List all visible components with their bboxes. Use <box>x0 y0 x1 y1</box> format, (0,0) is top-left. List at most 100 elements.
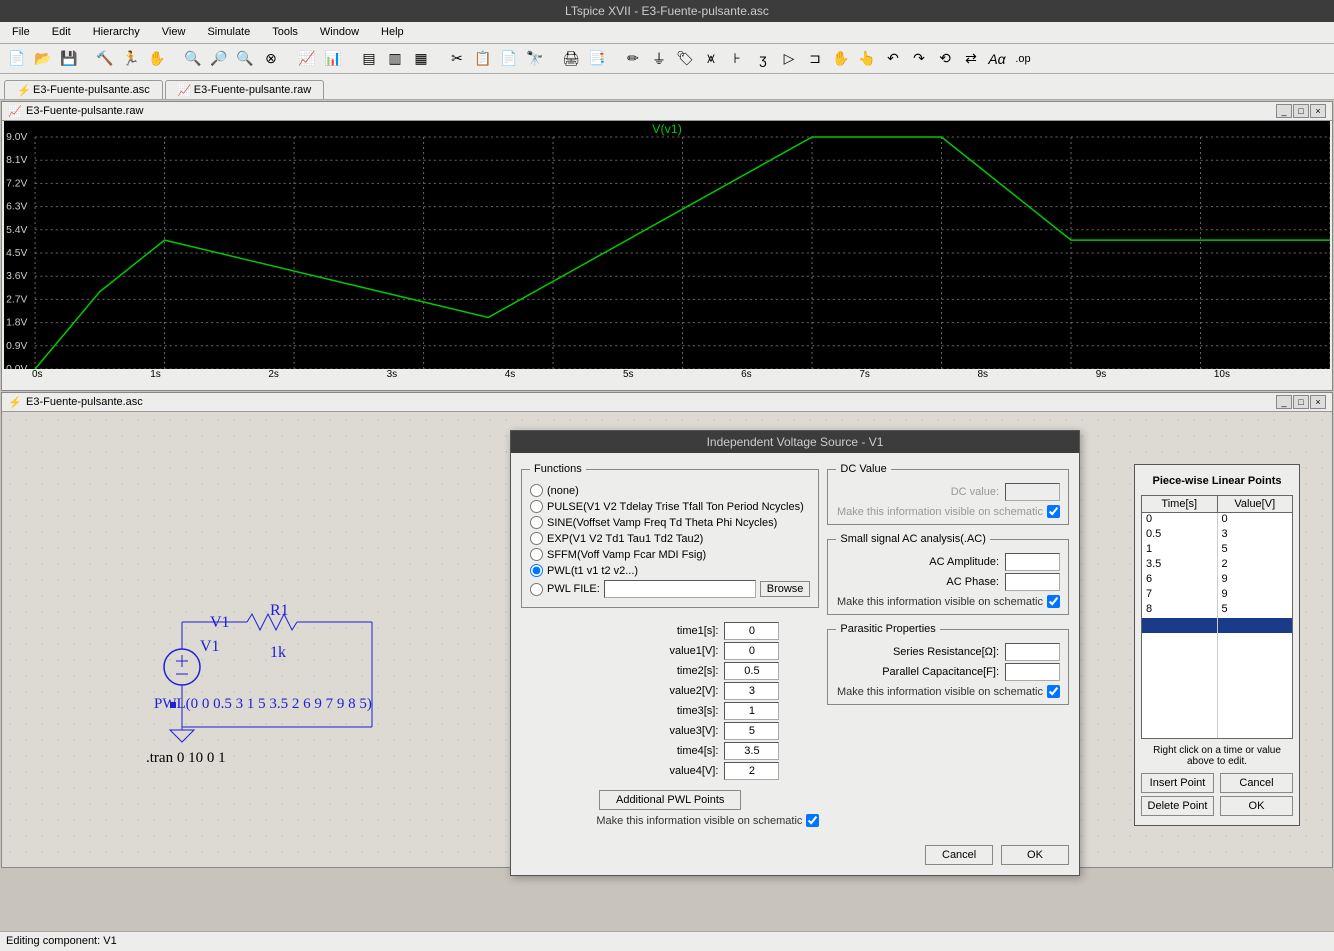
zoom-out-icon[interactable]: 🔍 <box>234 48 256 70</box>
undo-icon[interactable]: ↶ <box>882 48 904 70</box>
zoom-in-icon[interactable]: 🔍 <box>182 48 204 70</box>
cascade-icon[interactable]: ▦ <box>410 48 432 70</box>
capacitor-icon[interactable]: ⊦ <box>726 48 748 70</box>
inductor-icon[interactable]: ʒ <box>752 48 774 70</box>
zoom-pan-icon[interactable]: 🔎 <box>208 48 230 70</box>
rotate-icon[interactable]: ⟲ <box>934 48 956 70</box>
additional-pwl-button[interactable]: Additional PWL Points <box>599 790 741 810</box>
tab-waveform[interactable]: 📈E3-Fuente-pulsante.raw <box>165 80 324 99</box>
diode-icon[interactable]: ▷ <box>778 48 800 70</box>
r1-name[interactable]: R1 <box>270 602 289 620</box>
component-icon[interactable]: ⊐ <box>804 48 826 70</box>
label-icon[interactable]: 🏷 <box>674 48 696 70</box>
close-icon[interactable]: × <box>1310 395 1326 409</box>
drag-icon[interactable]: 👆 <box>856 48 878 70</box>
ac-visible-chk[interactable] <box>1047 595 1060 608</box>
menu-tools[interactable]: Tools <box>268 24 302 41</box>
ac-amp-input[interactable] <box>1005 553 1060 571</box>
pwlfile-input[interactable] <box>604 580 756 598</box>
text-icon[interactable]: Aα <box>986 48 1008 70</box>
autoscale-icon[interactable]: 📈 <box>296 48 318 70</box>
delete-point-button[interactable]: Delete Point <box>1141 796 1214 816</box>
pwl-ok-button[interactable]: OK <box>1220 796 1293 816</box>
menu-view[interactable]: View <box>158 24 190 41</box>
copy-icon[interactable]: 📋 <box>472 48 494 70</box>
parallel-c-input[interactable] <box>1005 663 1060 681</box>
close-icon[interactable]: × <box>1310 104 1326 118</box>
ok-button[interactable]: OK <box>1001 845 1069 865</box>
par-visible-chk[interactable] <box>1047 685 1060 698</box>
tab-schematic[interactable]: ⚡E3-Fuente-pulsante.asc <box>4 80 163 99</box>
save-icon[interactable]: 💾 <box>58 48 80 70</box>
table-row[interactable]: 0.53 <box>1142 528 1292 543</box>
ac-phase-input[interactable] <box>1005 573 1060 591</box>
pwl-cancel-button[interactable]: Cancel <box>1220 773 1293 793</box>
open-icon[interactable]: 📂 <box>32 48 54 70</box>
menu-help[interactable]: Help <box>377 24 408 41</box>
tile-v-icon[interactable]: ▥ <box>384 48 406 70</box>
zoom-fit-icon[interactable]: ⊗ <box>260 48 282 70</box>
table-row[interactable] <box>1142 648 1292 663</box>
print-icon[interactable]: 🖨 <box>560 48 582 70</box>
series-r-input[interactable] <box>1005 643 1060 661</box>
pwl-field-2[interactable] <box>724 662 779 680</box>
table-row[interactable] <box>1142 633 1292 648</box>
table-row[interactable]: 85 <box>1142 603 1292 618</box>
paste-icon[interactable]: 📄 <box>498 48 520 70</box>
menu-simulate[interactable]: Simulate <box>203 24 254 41</box>
v1-node[interactable]: V1 <box>200 638 220 656</box>
table-row[interactable] <box>1142 708 1292 723</box>
table-row[interactable] <box>1142 678 1292 693</box>
fn-pulse-radio[interactable] <box>530 500 543 513</box>
plot-settings-icon[interactable]: 📊 <box>322 48 344 70</box>
pwl-field-5[interactable] <box>724 722 779 740</box>
table-row[interactable]: 00 <box>1142 513 1292 528</box>
fn-sine-radio[interactable] <box>530 516 543 529</box>
ground-icon[interactable]: ⏚ <box>648 48 670 70</box>
minimize-icon[interactable]: _ <box>1276 104 1292 118</box>
table-row[interactable] <box>1142 618 1292 633</box>
move-icon[interactable]: ✋ <box>830 48 852 70</box>
table-row[interactable]: 3.52 <box>1142 558 1292 573</box>
hammer-icon[interactable]: 🔨 <box>94 48 116 70</box>
spice-directive-icon[interactable]: .op <box>1012 48 1034 70</box>
insert-point-button[interactable]: Insert Point <box>1141 773 1214 793</box>
fn-none-radio[interactable] <box>530 484 543 497</box>
menu-edit[interactable]: Edit <box>48 24 75 41</box>
pwl-table[interactable]: Time[s]Value[V] 000.53153.52697985 <box>1141 495 1293 739</box>
maximize-icon[interactable]: □ <box>1293 395 1309 409</box>
minimize-icon[interactable]: _ <box>1276 395 1292 409</box>
fn-pwlfile-radio[interactable] <box>530 583 543 596</box>
table-row[interactable]: 69 <box>1142 573 1292 588</box>
visible-schematic-chk[interactable] <box>806 814 819 827</box>
menu-file[interactable]: File <box>8 24 34 41</box>
pwl-field-7[interactable] <box>724 762 779 780</box>
pwl-field-6[interactable] <box>724 742 779 760</box>
tile-h-icon[interactable]: ▤ <box>358 48 380 70</box>
plot-area[interactable]: 0.0V0.9V1.8V2.7V3.6V4.5V5.4V6.3V7.2V8.1V… <box>4 121 1330 369</box>
fn-sffm-radio[interactable] <box>530 548 543 561</box>
menu-window[interactable]: Window <box>316 24 363 41</box>
dc-visible-chk[interactable] <box>1047 505 1060 518</box>
v1-name[interactable]: V1 <box>210 614 230 632</box>
pwl-field-4[interactable] <box>724 702 779 720</box>
fn-pwl-radio[interactable] <box>530 564 543 577</box>
pwl-text[interactable]: PWL(0 0 0.5 3 1 5 3.5 2 6 9 7 9 8 5) <box>154 696 372 713</box>
pwl-field-3[interactable] <box>724 682 779 700</box>
print-setup-icon[interactable]: 📑 <box>586 48 608 70</box>
find-icon[interactable]: 🔭 <box>524 48 546 70</box>
fn-exp-radio[interactable] <box>530 532 543 545</box>
run-icon[interactable]: 🏃 <box>120 48 142 70</box>
table-row[interactable]: 15 <box>1142 543 1292 558</box>
menu-hierarchy[interactable]: Hierarchy <box>89 24 144 41</box>
browse-button[interactable]: Browse <box>760 581 811 597</box>
mirror-icon[interactable]: ⇄ <box>960 48 982 70</box>
pwl-field-0[interactable] <box>724 622 779 640</box>
draw-wire-icon[interactable]: ✏ <box>622 48 644 70</box>
pwl-field-1[interactable] <box>724 642 779 660</box>
resistor-icon[interactable]: ⩙ <box>700 48 722 70</box>
cut-icon[interactable]: ✂ <box>446 48 468 70</box>
r1-value[interactable]: 1k <box>270 644 286 662</box>
redo-icon[interactable]: ↷ <box>908 48 930 70</box>
table-row[interactable]: 79 <box>1142 588 1292 603</box>
